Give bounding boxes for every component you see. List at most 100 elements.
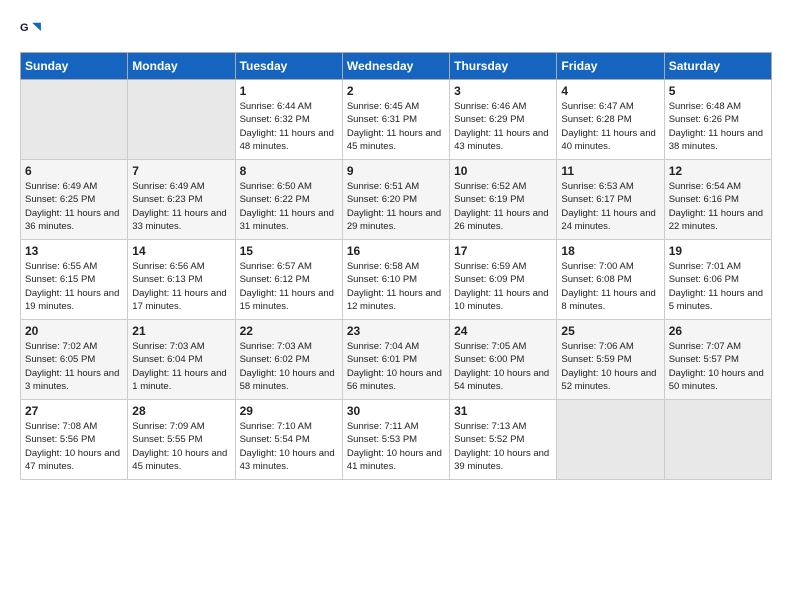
day-detail: Sunrise: 7:05 AM Sunset: 6:00 PM Dayligh…	[454, 340, 552, 393]
day-number: 21	[132, 324, 230, 338]
day-detail: Sunrise: 7:03 AM Sunset: 6:04 PM Dayligh…	[132, 340, 230, 393]
day-cell	[664, 400, 771, 480]
week-row-3: 13 Sunrise: 6:55 AM Sunset: 6:15 PM Dayl…	[21, 240, 772, 320]
calendar-header: SundayMondayTuesdayWednesdayThursdayFrid…	[21, 53, 772, 80]
day-number: 16	[347, 244, 445, 258]
week-row-1: 1 Sunrise: 6:44 AM Sunset: 6:32 PM Dayli…	[21, 80, 772, 160]
day-cell	[128, 80, 235, 160]
day-detail: Sunrise: 7:00 AM Sunset: 6:08 PM Dayligh…	[561, 260, 659, 313]
header-cell-wednesday: Wednesday	[342, 53, 449, 80]
day-detail: Sunrise: 6:55 AM Sunset: 6:15 PM Dayligh…	[25, 260, 123, 313]
day-number: 29	[240, 404, 338, 418]
day-cell	[557, 400, 664, 480]
day-detail: Sunrise: 6:56 AM Sunset: 6:13 PM Dayligh…	[132, 260, 230, 313]
day-cell: 6 Sunrise: 6:49 AM Sunset: 6:25 PM Dayli…	[21, 160, 128, 240]
day-cell	[21, 80, 128, 160]
day-number: 22	[240, 324, 338, 338]
week-row-2: 6 Sunrise: 6:49 AM Sunset: 6:25 PM Dayli…	[21, 160, 772, 240]
day-cell: 29 Sunrise: 7:10 AM Sunset: 5:54 PM Dayl…	[235, 400, 342, 480]
header-cell-friday: Friday	[557, 53, 664, 80]
day-cell: 23 Sunrise: 7:04 AM Sunset: 6:01 PM Dayl…	[342, 320, 449, 400]
day-cell: 12 Sunrise: 6:54 AM Sunset: 6:16 PM Dayl…	[664, 160, 771, 240]
day-detail: Sunrise: 6:59 AM Sunset: 6:09 PM Dayligh…	[454, 260, 552, 313]
day-cell: 30 Sunrise: 7:11 AM Sunset: 5:53 PM Dayl…	[342, 400, 449, 480]
day-detail: Sunrise: 7:08 AM Sunset: 5:56 PM Dayligh…	[25, 420, 123, 473]
day-number: 3	[454, 84, 552, 98]
day-number: 8	[240, 164, 338, 178]
header-cell-tuesday: Tuesday	[235, 53, 342, 80]
day-cell: 18 Sunrise: 7:00 AM Sunset: 6:08 PM Dayl…	[557, 240, 664, 320]
day-cell: 31 Sunrise: 7:13 AM Sunset: 5:52 PM Dayl…	[450, 400, 557, 480]
day-detail: Sunrise: 7:09 AM Sunset: 5:55 PM Dayligh…	[132, 420, 230, 473]
day-detail: Sunrise: 6:48 AM Sunset: 6:26 PM Dayligh…	[669, 100, 767, 153]
day-number: 18	[561, 244, 659, 258]
calendar-table: SundayMondayTuesdayWednesdayThursdayFrid…	[20, 52, 772, 480]
header-cell-monday: Monday	[128, 53, 235, 80]
calendar-body: 1 Sunrise: 6:44 AM Sunset: 6:32 PM Dayli…	[21, 80, 772, 480]
day-cell: 19 Sunrise: 7:01 AM Sunset: 6:06 PM Dayl…	[664, 240, 771, 320]
day-detail: Sunrise: 7:01 AM Sunset: 6:06 PM Dayligh…	[669, 260, 767, 313]
day-detail: Sunrise: 7:13 AM Sunset: 5:52 PM Dayligh…	[454, 420, 552, 473]
logo: G	[20, 20, 44, 42]
day-cell: 1 Sunrise: 6:44 AM Sunset: 6:32 PM Dayli…	[235, 80, 342, 160]
day-detail: Sunrise: 6:57 AM Sunset: 6:12 PM Dayligh…	[240, 260, 338, 313]
day-detail: Sunrise: 6:51 AM Sunset: 6:20 PM Dayligh…	[347, 180, 445, 233]
day-cell: 24 Sunrise: 7:05 AM Sunset: 6:00 PM Dayl…	[450, 320, 557, 400]
day-number: 26	[669, 324, 767, 338]
day-number: 10	[454, 164, 552, 178]
day-detail: Sunrise: 6:47 AM Sunset: 6:28 PM Dayligh…	[561, 100, 659, 153]
day-number: 7	[132, 164, 230, 178]
week-row-4: 20 Sunrise: 7:02 AM Sunset: 6:05 PM Dayl…	[21, 320, 772, 400]
day-detail: Sunrise: 7:11 AM Sunset: 5:53 PM Dayligh…	[347, 420, 445, 473]
header-row: SundayMondayTuesdayWednesdayThursdayFrid…	[21, 53, 772, 80]
day-cell: 16 Sunrise: 6:58 AM Sunset: 6:10 PM Dayl…	[342, 240, 449, 320]
day-cell: 28 Sunrise: 7:09 AM Sunset: 5:55 PM Dayl…	[128, 400, 235, 480]
day-cell: 8 Sunrise: 6:50 AM Sunset: 6:22 PM Dayli…	[235, 160, 342, 240]
day-detail: Sunrise: 6:54 AM Sunset: 6:16 PM Dayligh…	[669, 180, 767, 233]
day-number: 1	[240, 84, 338, 98]
day-number: 28	[132, 404, 230, 418]
day-number: 6	[25, 164, 123, 178]
day-detail: Sunrise: 6:44 AM Sunset: 6:32 PM Dayligh…	[240, 100, 338, 153]
day-cell: 14 Sunrise: 6:56 AM Sunset: 6:13 PM Dayl…	[128, 240, 235, 320]
day-detail: Sunrise: 6:53 AM Sunset: 6:17 PM Dayligh…	[561, 180, 659, 233]
day-cell: 11 Sunrise: 6:53 AM Sunset: 6:17 PM Dayl…	[557, 160, 664, 240]
day-number: 9	[347, 164, 445, 178]
day-cell: 20 Sunrise: 7:02 AM Sunset: 6:05 PM Dayl…	[21, 320, 128, 400]
day-cell: 17 Sunrise: 6:59 AM Sunset: 6:09 PM Dayl…	[450, 240, 557, 320]
day-number: 23	[347, 324, 445, 338]
day-detail: Sunrise: 7:07 AM Sunset: 5:57 PM Dayligh…	[669, 340, 767, 393]
day-cell: 3 Sunrise: 6:46 AM Sunset: 6:29 PM Dayli…	[450, 80, 557, 160]
header-cell-sunday: Sunday	[21, 53, 128, 80]
day-number: 31	[454, 404, 552, 418]
svg-text:G: G	[20, 22, 29, 34]
day-cell: 22 Sunrise: 7:03 AM Sunset: 6:02 PM Dayl…	[235, 320, 342, 400]
general-blue-icon: G	[20, 20, 42, 42]
day-number: 2	[347, 84, 445, 98]
day-number: 11	[561, 164, 659, 178]
header-cell-saturday: Saturday	[664, 53, 771, 80]
day-detail: Sunrise: 7:03 AM Sunset: 6:02 PM Dayligh…	[240, 340, 338, 393]
page-header: G	[20, 20, 772, 42]
day-detail: Sunrise: 7:06 AM Sunset: 5:59 PM Dayligh…	[561, 340, 659, 393]
day-number: 4	[561, 84, 659, 98]
day-number: 13	[25, 244, 123, 258]
day-cell: 27 Sunrise: 7:08 AM Sunset: 5:56 PM Dayl…	[21, 400, 128, 480]
day-number: 19	[669, 244, 767, 258]
day-number: 20	[25, 324, 123, 338]
day-detail: Sunrise: 7:02 AM Sunset: 6:05 PM Dayligh…	[25, 340, 123, 393]
day-cell: 25 Sunrise: 7:06 AM Sunset: 5:59 PM Dayl…	[557, 320, 664, 400]
day-number: 30	[347, 404, 445, 418]
day-cell: 26 Sunrise: 7:07 AM Sunset: 5:57 PM Dayl…	[664, 320, 771, 400]
day-number: 17	[454, 244, 552, 258]
day-number: 15	[240, 244, 338, 258]
day-cell: 15 Sunrise: 6:57 AM Sunset: 6:12 PM Dayl…	[235, 240, 342, 320]
week-row-5: 27 Sunrise: 7:08 AM Sunset: 5:56 PM Dayl…	[21, 400, 772, 480]
day-detail: Sunrise: 7:10 AM Sunset: 5:54 PM Dayligh…	[240, 420, 338, 473]
day-cell: 5 Sunrise: 6:48 AM Sunset: 6:26 PM Dayli…	[664, 80, 771, 160]
day-cell: 4 Sunrise: 6:47 AM Sunset: 6:28 PM Dayli…	[557, 80, 664, 160]
day-number: 14	[132, 244, 230, 258]
day-detail: Sunrise: 6:58 AM Sunset: 6:10 PM Dayligh…	[347, 260, 445, 313]
day-detail: Sunrise: 6:52 AM Sunset: 6:19 PM Dayligh…	[454, 180, 552, 233]
day-cell: 10 Sunrise: 6:52 AM Sunset: 6:19 PM Dayl…	[450, 160, 557, 240]
